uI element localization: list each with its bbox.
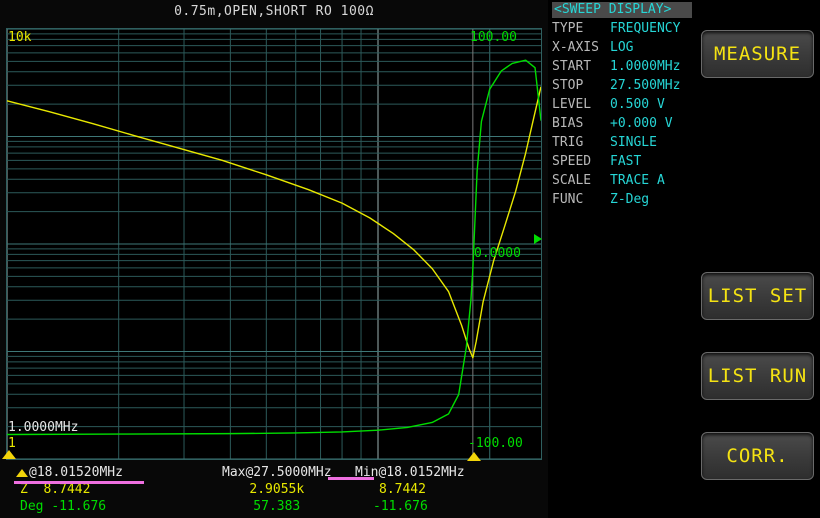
setting-row-x-axis[interactable]: X-AXISLOG (552, 39, 696, 56)
y-axis-top-label-trace-b: 100.00 (470, 30, 517, 45)
setting-key: SPEED (552, 153, 610, 170)
reference-pointer-icon (534, 234, 542, 244)
max-z-value: 2.9055k (222, 481, 332, 498)
trace-z (7, 87, 541, 358)
setting-row-speed[interactable]: SPEEDFAST (552, 153, 696, 170)
setting-key: START (552, 58, 610, 75)
max-frequency: Max@27.5000MHz (222, 464, 332, 481)
y-axis-top-label-trace-a: 10k (8, 30, 31, 45)
setting-value: FAST (610, 154, 641, 169)
list-run-button[interactable]: LIST RUN (701, 352, 814, 400)
setting-value: 27.500MHz (610, 78, 680, 93)
setting-key: TRIG (552, 134, 610, 151)
setting-row-scale[interactable]: SCALETRACE A (552, 172, 696, 189)
plot-area[interactable] (6, 28, 542, 460)
marker-z-label: Z (20, 482, 28, 497)
graph-title: 0.75m,OPEN,SHORT RO 100Ω (0, 4, 548, 19)
x-axis-start-label: 1.0000MHz (8, 420, 78, 435)
setting-key: STOP (552, 77, 610, 94)
setting-row-trig[interactable]: TRIGSINGLE (552, 134, 696, 151)
marker-z-value: 8.7442 (43, 482, 90, 497)
list-set-button[interactable]: LIST SET (701, 272, 814, 320)
corr-button[interactable]: CORR. (701, 432, 814, 480)
trace-deg (7, 60, 541, 434)
setting-row-start[interactable]: START1.0000MHz (552, 58, 696, 75)
settings-panel: <SWEEP DISPLAY> TYPEFREQUENCYX-AXISLOGST… (548, 0, 696, 518)
setting-value: Z-Deg (610, 192, 649, 207)
setting-row-level[interactable]: LEVEL0.500 V (552, 96, 696, 113)
setting-value: +0.000 V (610, 116, 673, 131)
setting-value: SINGLE (610, 135, 657, 150)
instrument-screen: 0.75m,OPEN,SHORT RO 100Ω 10k 100.00 0.00… (0, 0, 820, 518)
marker-deg-label: Deg (20, 499, 43, 514)
max-deg-value: 57.383 (222, 498, 332, 515)
marker-deg-value: -11.676 (51, 499, 106, 514)
setting-row-type[interactable]: TYPEFREQUENCY (552, 20, 696, 37)
y-axis-mid-label-trace-b: 0.0000 (474, 246, 521, 261)
min-highlight-bar (328, 477, 374, 480)
marker-triangle-icon[interactable] (467, 452, 481, 461)
setting-value: 0.500 V (610, 97, 665, 112)
marker-frequency: @18.01520MHz (29, 465, 123, 480)
marker-triangle-icon-readout (16, 469, 28, 477)
readout-min[interactable]: Min@18.0152MHz 8.7442 -11.676 (355, 464, 465, 515)
measurement-readout: @18.01520MHz Z 8.7442 Deg -11.676 Max@27… (0, 462, 548, 518)
setting-key: TYPE (552, 20, 610, 37)
marker-highlight-bar (14, 481, 144, 484)
setting-value: LOG (610, 40, 633, 55)
setting-key: FUNC (552, 191, 610, 208)
sweep-display-header[interactable]: <SWEEP DISPLAY> (552, 2, 692, 18)
setting-row-bias[interactable]: BIAS+0.000 V (552, 115, 696, 132)
setting-value: TRACE A (610, 173, 665, 188)
graph-panel: 0.75m,OPEN,SHORT RO 100Ω 10k 100.00 0.00… (0, 0, 548, 518)
setting-value: FREQUENCY (610, 21, 680, 36)
measure-button[interactable]: MEASURE (701, 30, 814, 78)
setting-key: X-AXIS (552, 39, 610, 56)
setting-key: BIAS (552, 115, 610, 132)
setting-value: 1.0000MHz (610, 59, 680, 74)
softkey-panel: MEASURE LIST SET LIST RUN CORR. (696, 0, 820, 518)
min-z-value: 8.7442 (355, 481, 465, 498)
traces (7, 29, 541, 459)
readout-max[interactable]: Max@27.5000MHz 2.9055k 57.383 (222, 464, 332, 515)
setting-key: LEVEL (552, 96, 610, 113)
min-deg-value: -11.676 (355, 498, 465, 515)
y-axis-bottom-label-trace-b: -100.00 (468, 436, 523, 451)
setting-row-stop[interactable]: STOP27.500MHz (552, 77, 696, 94)
y-axis-bottom-label-trace-a: 1 (8, 436, 16, 451)
setting-key: SCALE (552, 172, 610, 189)
setting-row-func[interactable]: FUNCZ-Deg (552, 191, 696, 208)
readout-marker[interactable]: @18.01520MHz Z 8.7442 Deg -11.676 (16, 464, 123, 515)
marker-triangle-icon-start[interactable] (2, 450, 16, 459)
